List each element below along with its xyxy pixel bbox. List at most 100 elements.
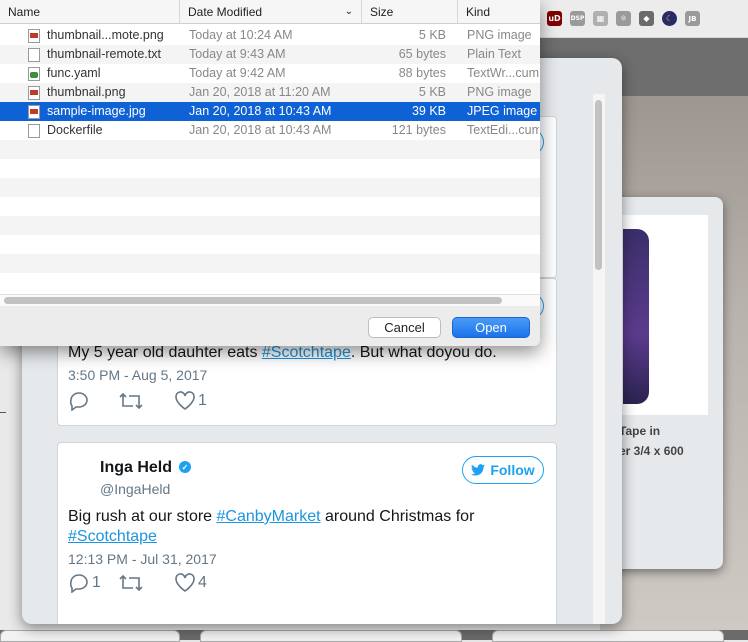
- file-row[interactable]: func.yaml Today at 9:42 AM 88 bytes Text…: [0, 64, 540, 83]
- image-file-icon: [28, 29, 40, 43]
- like-button[interactable]: 1: [174, 391, 207, 411]
- text-file-icon: [28, 124, 40, 138]
- file-open-dialog: Name Date Modified ⌄ Size Kind thumbnail.…: [0, 0, 540, 346]
- file-row[interactable]: Dockerfile Jan 20, 2018 at 10:43 AM 121 …: [0, 121, 540, 140]
- file-row[interactable]: thumbnail.png Jan 20, 2018 at 11:20 AM 5…: [0, 83, 540, 102]
- extension-bar: uD DSP ▦ ⚛ ◆ ☾ JB: [540, 0, 748, 38]
- product-caption: Tape in er 3/4 x 600: [619, 421, 729, 461]
- empty-row: [0, 178, 540, 197]
- file-size: 39 KB: [411, 104, 446, 118]
- tweet-text-part: . But what doyou do.: [350, 344, 497, 361]
- kind-column-header[interactable]: Kind: [458, 0, 540, 24]
- tweet-card: Inga Held ✓ @IngaHeld Follow Big rush at…: [57, 442, 557, 624]
- file-date: Today at 10:24 AM: [189, 28, 293, 42]
- follow-label: Follow: [490, 462, 535, 478]
- file-name: thumbnail.png: [47, 85, 126, 99]
- file-row[interactable]: thumbnail-remote.txt Today at 9:43 AM 65…: [0, 45, 540, 64]
- file-kind: Plain Text: [467, 47, 521, 61]
- reply-button[interactable]: 1: [68, 573, 101, 593]
- bottom-card: [200, 630, 462, 642]
- file-kind: TextWr...cum: [467, 66, 539, 80]
- chevron-down-icon: ⌄: [344, 6, 353, 17]
- moon-icon[interactable]: ☾: [662, 11, 677, 26]
- tweet-text-part: around Christmas for: [320, 508, 475, 525]
- size-column-header[interactable]: Size: [362, 0, 458, 24]
- like-count: 4: [198, 574, 207, 591]
- text-file-icon: [28, 48, 40, 62]
- ublock-icon[interactable]: uD: [547, 11, 562, 26]
- jb-icon[interactable]: JB: [685, 11, 700, 26]
- tweet-text-part: My 5 year old dauhter eats: [68, 344, 262, 361]
- bottom-card: [0, 630, 180, 642]
- file-date: Today at 9:42 AM: [189, 66, 286, 80]
- reply-icon: [69, 574, 88, 593]
- file-date: Today at 9:43 AM: [189, 47, 286, 61]
- file-size: 5 KB: [418, 85, 446, 99]
- date-column-header[interactable]: Date Modified ⌄: [180, 0, 362, 24]
- file-name: thumbnail...mote.png: [47, 28, 164, 42]
- retweet-button[interactable]: [118, 391, 144, 411]
- date-column-label: Date Modified: [188, 5, 263, 19]
- image-file-icon: [28, 105, 40, 119]
- reply-icon: [69, 392, 88, 411]
- file-name: Dockerfile: [47, 123, 103, 137]
- caption-line: er 3/4 x 600: [619, 444, 684, 458]
- caption-line: Tape in: [619, 424, 661, 438]
- tweet-timestamp[interactable]: 3:50 PM - Aug 5, 2017: [68, 367, 207, 383]
- file-kind: PNG image: [467, 85, 532, 99]
- yaml-file-icon: [28, 67, 40, 81]
- open-button[interactable]: Open: [452, 317, 530, 338]
- divider: [0, 412, 6, 413]
- twitter-bird-icon: [471, 464, 486, 476]
- heart-icon: [175, 391, 195, 410]
- file-row-selected[interactable]: sample-image.jpg Jan 20, 2018 at 10:43 A…: [0, 102, 540, 121]
- follow-button[interactable]: Follow: [462, 456, 544, 484]
- reply-button[interactable]: [68, 391, 90, 411]
- hashtag-link[interactable]: #CanbyMarket: [217, 508, 321, 525]
- file-list: thumbnail...mote.png Today at 10:24 AM 5…: [0, 24, 540, 294]
- file-date: Jan 20, 2018 at 10:43 AM: [189, 104, 332, 118]
- file-kind: TextEdi...cum: [467, 123, 539, 137]
- file-date: Jan 20, 2018 at 10:43 AM: [189, 123, 332, 137]
- empty-row: [0, 216, 540, 235]
- retweet-icon: [119, 574, 143, 592]
- tweet-timestamp[interactable]: 12:13 PM - Jul 31, 2017: [68, 551, 217, 567]
- file-name: func.yaml: [47, 66, 101, 80]
- tweet-text-part: Big rush at our store: [68, 508, 217, 525]
- bottom-card: [492, 630, 724, 642]
- reply-count: 1: [92, 574, 101, 591]
- file-name: sample-image.jpg: [47, 104, 146, 118]
- like-button[interactable]: 4: [174, 573, 207, 593]
- grid-icon[interactable]: ▦: [593, 11, 608, 26]
- retweet-button[interactable]: [118, 573, 144, 593]
- author-name[interactable]: Inga Held: [100, 459, 172, 477]
- name-column-header[interactable]: Name: [0, 0, 180, 24]
- file-row[interactable]: thumbnail...mote.png Today at 10:24 AM 5…: [0, 26, 540, 45]
- verified-icon: ✓: [179, 461, 191, 473]
- file-size: 121 bytes: [391, 123, 446, 137]
- file-size: 5 KB: [418, 28, 446, 42]
- empty-row: [0, 140, 540, 159]
- tweet-text: Big rush at our store #CanbyMarket aroun…: [68, 507, 548, 547]
- shield-icon[interactable]: ◆: [639, 11, 654, 26]
- hashtag-link[interactable]: #Scotchtape: [262, 344, 351, 361]
- panel-scroll-thumb[interactable]: [595, 100, 602, 270]
- file-date: Jan 20, 2018 at 11:20 AM: [189, 85, 331, 99]
- empty-row: [0, 254, 540, 273]
- file-size: 65 bytes: [398, 47, 446, 61]
- hashtag-link[interactable]: #Scotchtape: [68, 528, 157, 545]
- react-icon[interactable]: ⚛: [616, 11, 631, 26]
- heart-icon: [175, 573, 195, 592]
- image-file-icon: [28, 86, 40, 100]
- retweet-icon: [119, 392, 143, 410]
- file-size: 88 bytes: [398, 66, 446, 80]
- file-kind: JPEG image: [467, 104, 538, 118]
- horizontal-scroll-thumb[interactable]: [4, 297, 502, 304]
- cancel-button[interactable]: Cancel: [368, 317, 441, 338]
- file-kind: PNG image: [467, 28, 532, 42]
- tweet-text: My 5 year old dauhter eats #Scotchtape. …: [68, 343, 548, 363]
- dsp-icon[interactable]: DSP: [570, 11, 585, 26]
- author-handle[interactable]: @IngaHeld: [100, 481, 170, 497]
- column-header: Name Date Modified ⌄ Size Kind: [0, 0, 540, 24]
- like-count: 1: [198, 392, 207, 409]
